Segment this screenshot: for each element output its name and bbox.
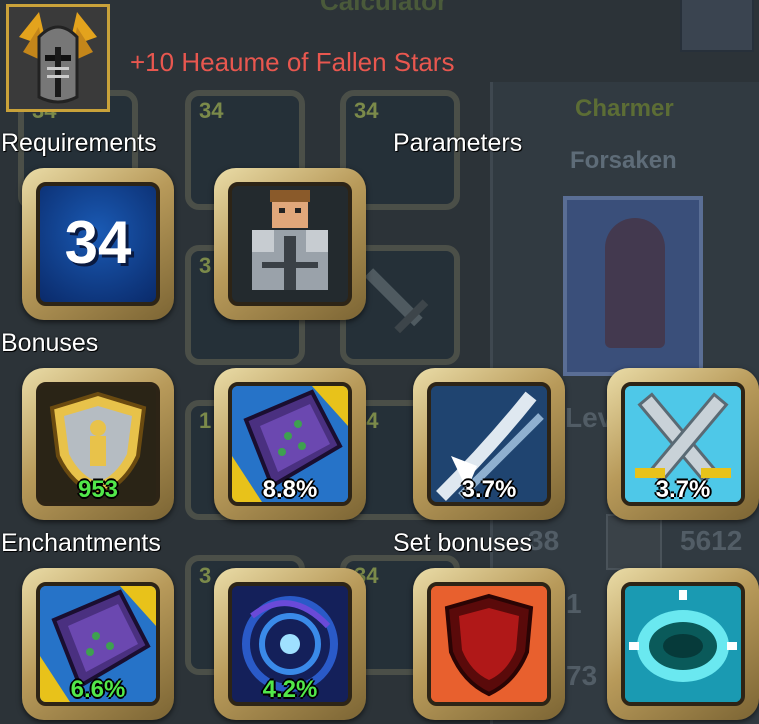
slot-level: 34 <box>354 98 379 123</box>
cyan-portal-icon <box>625 586 741 702</box>
slot-level: 1 <box>199 408 212 433</box>
character-portrait <box>563 196 703 376</box>
slot-level: 3 <box>199 253 212 278</box>
bonus-slot-critical[interactable]: 3.7% <box>413 368 565 520</box>
stat-value: 38 <box>528 525 560 556</box>
armored-knight-icon <box>252 190 328 290</box>
enchantments-label: Enchantments <box>1 529 161 557</box>
enchantment-slot-arcane[interactable]: 4.2% <box>214 568 366 720</box>
bonus-slot-magic[interactable]: 8.8% <box>214 368 366 520</box>
stat-value: 1 <box>566 588 582 619</box>
bonuses-label: Bonuses <box>1 329 99 357</box>
slot-level: 3 <box>199 563 212 588</box>
bonus-slot-defense[interactable]: 953 <box>22 368 174 520</box>
background-thumbnail <box>680 0 754 52</box>
golden-winged-helmet-icon <box>6 4 110 112</box>
bonus-value: 8.8% <box>262 476 318 503</box>
enchantment-value: 4.2% <box>262 676 318 703</box>
set-bonus-slot-portal[interactable] <box>607 568 759 720</box>
slot-level: 34 <box>199 98 224 123</box>
red-shield-icon <box>431 586 547 702</box>
set-bonus-slot-shield[interactable] <box>413 568 565 720</box>
required-level-value: 34 <box>64 209 132 276</box>
required-class-slot[interactable] <box>214 168 366 320</box>
window-title: Calculator <box>320 0 448 16</box>
item-name: +10 Heaume of Fallen Stars <box>130 47 455 77</box>
parameters-label: Parameters <box>393 129 523 157</box>
stat-figure-icon <box>606 514 662 570</box>
required-level-slot[interactable]: 34 <box>22 168 174 320</box>
set-bonuses-label: Set bonuses <box>393 529 532 557</box>
bonus-value: 953 <box>77 476 119 503</box>
stat-value: 5612 <box>680 525 743 556</box>
bonus-value: 3.7% <box>461 476 517 503</box>
level-label: Lev <box>565 402 614 433</box>
bonus-slot-attack[interactable]: 3.7% <box>607 368 759 520</box>
character-class: Charmer <box>575 95 674 122</box>
bonus-value: 3.7% <box>655 476 711 503</box>
stat-value: 73 <box>566 660 598 691</box>
requirements-label: Requirements <box>1 129 157 157</box>
enchantment-value: 6.6% <box>70 676 126 703</box>
character-subclass: Forsaken <box>570 147 677 174</box>
enchantment-slot-magic[interactable]: 6.6% <box>22 568 174 720</box>
